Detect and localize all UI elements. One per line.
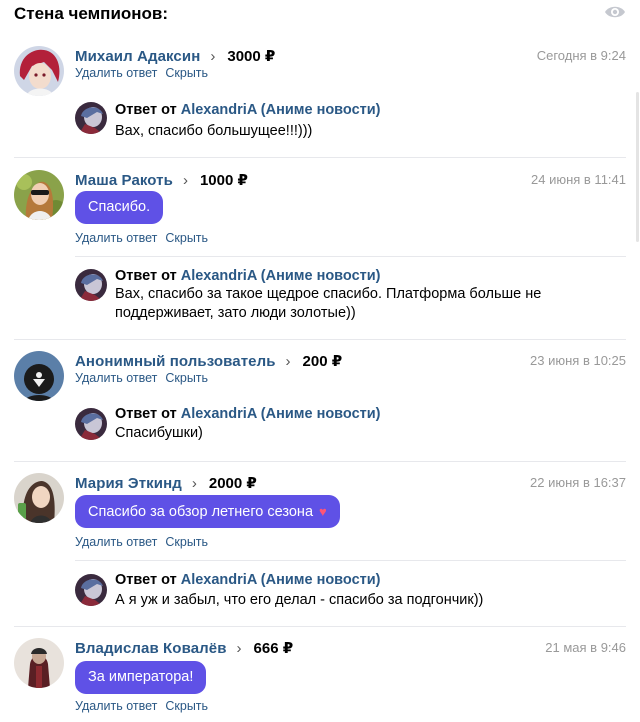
chevron-right-icon: ›: [182, 171, 188, 189]
donor-name[interactable]: Мария Эткинд: [75, 475, 182, 492]
entry-actions: Удалить ответ Скрыть: [75, 371, 216, 385]
reply-title: Ответ от AlexandriA (Аниме новости): [115, 268, 380, 284]
reply-block: Ответ от AlexandriA (Аниме новости) Спас…: [75, 394, 626, 460]
reply-title: Ответ от AlexandriA (Аниме новости): [115, 406, 380, 422]
hide-link[interactable]: Скрыть: [165, 66, 208, 80]
donation-amount: 666 ₽: [253, 640, 294, 657]
donation-amount: 1000 ₽: [199, 172, 248, 189]
reply-text: Вах, спасибо за такое щедрое спасибо. Пл…: [115, 286, 542, 321]
eye-icon[interactable]: [604, 3, 626, 21]
delete-reply-link[interactable]: Удалить ответ: [75, 535, 157, 549]
donor-name[interactable]: Маша Ракоть: [75, 172, 173, 189]
reply-block: Ответ от AlexandriA (Аниме новости) Вах,…: [75, 256, 626, 338]
delete-reply-link[interactable]: Удалить ответ: [75, 699, 157, 713]
donation-date: Сегодня в 9:24: [536, 48, 626, 63]
hide-link[interactable]: Скрыть: [165, 699, 208, 713]
donor-name[interactable]: Анонимный пользователь: [75, 353, 276, 370]
reply-author-link[interactable]: AlexandriA (Аниме новости): [181, 572, 381, 588]
delete-reply-link[interactable]: Удалить ответ: [75, 66, 157, 80]
reply-title: Ответ от AlexandriA (Аниме новости): [115, 572, 380, 588]
reply-author-link[interactable]: AlexandriA (Аниме новости): [181, 268, 381, 284]
author-avatar[interactable]: [75, 269, 107, 301]
avatar[interactable]: [14, 46, 64, 96]
message-text: За императора!: [88, 669, 194, 685]
reply-block: Ответ от AlexandriA (Аниме новости) Вах,…: [75, 89, 626, 151]
reply-text: А я уж и забыл, что его делал - спасибо …: [115, 592, 484, 608]
wall-header: Стена чемпионов:: [14, 0, 626, 26]
donation-amount: 3000 ₽: [227, 48, 276, 65]
hide-link[interactable]: Скрыть: [165, 535, 208, 549]
donation-date: 22 июня в 16:37: [530, 475, 626, 490]
donor-line: Маша Ракоть › 1000 ₽: [75, 170, 248, 190]
donor-line: Михаил Адаксин › 3000 ₽: [75, 46, 275, 66]
reply-author-link[interactable]: AlexandriA (Аниме новости): [181, 102, 381, 118]
author-avatar[interactable]: [75, 574, 107, 606]
message-text: Спасибо.: [88, 199, 151, 215]
chevron-right-icon: ›: [236, 639, 242, 657]
donation-date: 23 июня в 10:25: [530, 353, 626, 368]
donation-message: Спасибо за обзор летнего сезона ♥: [75, 495, 340, 528]
entry-actions: Удалить ответ Скрыть: [75, 231, 216, 245]
message-text: Спасибо за обзор летнего сезона: [88, 504, 314, 520]
entry-divider: [14, 626, 626, 627]
wall-title: Стена чемпионов:: [14, 4, 169, 23]
hide-link[interactable]: Скрыть: [165, 371, 208, 385]
reply-text: Вах, спасибо большущее!!!))): [115, 123, 313, 139]
avatar[interactable]: [14, 473, 64, 523]
reply-text: Спасибушки): [115, 425, 203, 441]
donor-name[interactable]: Владислав Ковалёв: [75, 640, 227, 657]
scrollbar[interactable]: [636, 92, 639, 242]
heart-icon: ♥: [319, 504, 327, 519]
donation-date: 24 июня в 11:41: [531, 172, 626, 187]
chevron-right-icon: ›: [285, 352, 291, 370]
delete-reply-link[interactable]: Удалить ответ: [75, 371, 157, 385]
chevron-right-icon: ›: [210, 47, 216, 65]
donation-amount: 2000 ₽: [208, 475, 257, 492]
reply-author-link[interactable]: AlexandriA (Аниме новости): [181, 406, 381, 422]
entry-actions: Удалить ответ Скрыть: [75, 66, 216, 80]
entry-divider: [14, 157, 626, 158]
donation-message: За императора!: [75, 661, 207, 694]
hide-link[interactable]: Скрыть: [165, 231, 208, 245]
entry-divider: [14, 461, 626, 462]
author-avatar[interactable]: [75, 102, 107, 134]
donation-amount: 200 ₽: [302, 353, 343, 370]
avatar[interactable]: [14, 170, 64, 220]
reply-title: Ответ от AlexandriA (Аниме новости): [115, 102, 380, 118]
author-avatar[interactable]: [75, 408, 107, 440]
avatar[interactable]: [14, 351, 64, 401]
entry-actions: Удалить ответ Скрыть: [75, 699, 216, 713]
avatar[interactable]: [14, 638, 64, 688]
chevron-right-icon: ›: [191, 474, 197, 492]
entry-actions: Удалить ответ Скрыть: [75, 535, 216, 549]
reply-prefix: Ответ от: [115, 406, 177, 422]
delete-reply-link[interactable]: Удалить ответ: [75, 231, 157, 245]
donor-name[interactable]: Михаил Адаксин: [75, 48, 200, 65]
donation-message: Спасибо.: [75, 191, 164, 224]
entry-divider: [14, 339, 626, 340]
donor-line: Мария Эткинд › 2000 ₽: [75, 473, 257, 493]
donor-line: Анонимный пользователь › 200 ₽: [75, 351, 342, 371]
reply-block: Ответ от AlexandriA (Аниме новости) А я …: [75, 560, 626, 626]
donation-date: 21 мая в 9:46: [545, 640, 626, 655]
reply-prefix: Ответ от: [115, 268, 177, 284]
reply-prefix: Ответ от: [115, 102, 177, 118]
reply-prefix: Ответ от: [115, 572, 177, 588]
donor-line: Владислав Ковалёв › 666 ₽: [75, 638, 293, 658]
